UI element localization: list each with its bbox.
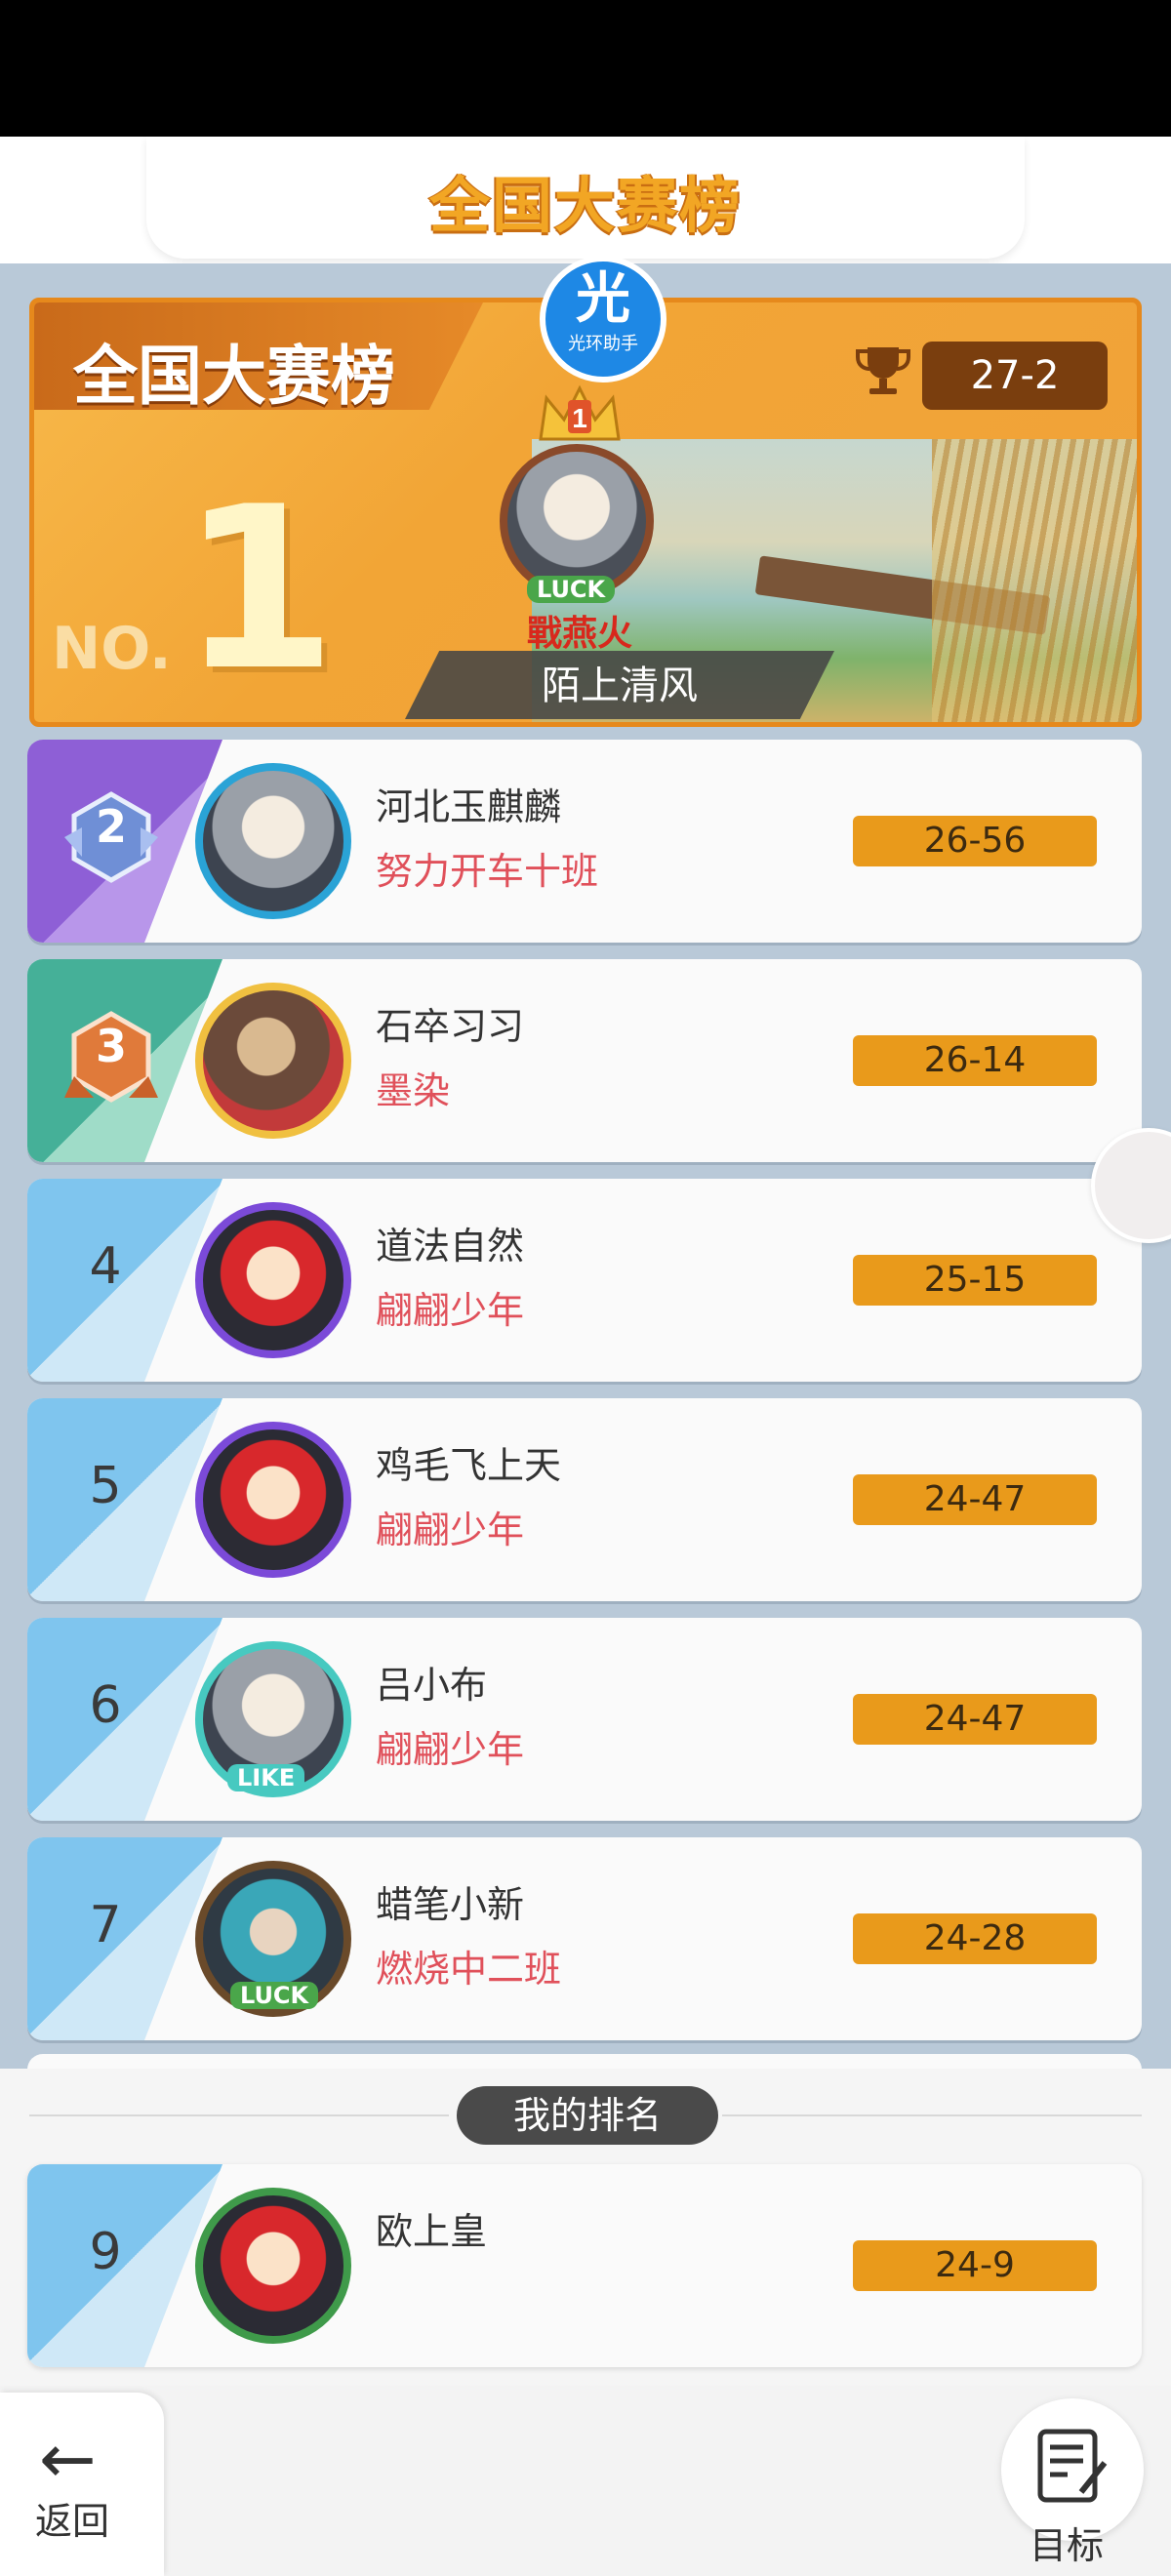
player-group: 努力开车十班 xyxy=(376,850,599,893)
player-score: 26-14 xyxy=(853,1035,1097,1086)
rank-row-2[interactable]: 2 河北玉麒麟 努力开车十班 26-56 xyxy=(27,740,1142,943)
rank-number: 4 xyxy=(89,1237,122,1296)
champion-tag: 戰燕火 xyxy=(527,614,633,654)
avatar[interactable] xyxy=(195,1422,351,1578)
champion-score: 27-2 xyxy=(922,342,1108,410)
my-rank-row[interactable]: 9 欧上皇 24-9 xyxy=(27,2164,1142,2367)
luck-frame-label: LUCK xyxy=(527,576,616,603)
luck-frame-label: LUCK xyxy=(230,1982,319,2009)
guanghuan-badge-icon: 光 光环助手 xyxy=(540,256,666,382)
avatar[interactable] xyxy=(195,1202,351,1358)
player-name: 欧上皇 xyxy=(376,2210,488,2253)
player-name: 蜡笔小新 xyxy=(376,1883,525,1926)
avatar[interactable] xyxy=(195,763,351,919)
divider xyxy=(722,2114,1142,2116)
player-group: 翩翩少年 xyxy=(376,1289,525,1332)
player-group: 翩翩少年 xyxy=(376,1509,525,1551)
rank-row-3[interactable]: 3 石卒习习 墨染 26-14 xyxy=(27,959,1142,1162)
goal-label: 目标 xyxy=(1030,2524,1105,2567)
clipboard-icon xyxy=(1037,2429,1108,2503)
rank-row-5[interactable]: 5 鸡毛飞上天 翩翩少年 24-47 xyxy=(27,1398,1142,1601)
rank-no-label: NO. xyxy=(52,615,172,683)
player-score: 24-47 xyxy=(853,1694,1097,1745)
rank-row-4[interactable]: 4 道法自然 翩翩少年 25-15 xyxy=(27,1179,1142,1382)
rank-number: 6 xyxy=(89,1676,122,1735)
rank-number: 2 xyxy=(95,800,127,853)
player-name: 河北玉麒麟 xyxy=(376,785,562,828)
back-arrow-icon: ← xyxy=(39,2419,97,2499)
avatar[interactable] xyxy=(195,983,351,1139)
player-name: 鸡毛飞上天 xyxy=(376,1444,562,1487)
player-score: 25-15 xyxy=(853,1255,1097,1306)
player-group: 燃烧中二班 xyxy=(376,1948,562,1991)
back-label: 返回 xyxy=(35,2500,110,2543)
divider xyxy=(29,2114,449,2116)
rank-number: 9 xyxy=(89,2223,122,2281)
status-bar xyxy=(0,0,1171,137)
rank-number: 7 xyxy=(89,1896,122,1954)
rank-row-6[interactable]: 6 LIKE 吕小布 翩翩少年 24-47 xyxy=(27,1618,1142,1821)
page-title: 全国大赛榜 xyxy=(428,170,742,241)
rank-no-digit: 1 xyxy=(181,460,338,720)
guanghuan-badge-text: 光 xyxy=(576,267,630,331)
player-score: 24-47 xyxy=(853,1474,1097,1525)
crown-number: 1 xyxy=(572,403,587,433)
rank-row-7[interactable]: 7 LUCK 蜡笔小新 燃烧中二班 24-28 xyxy=(27,1837,1142,2040)
rank-number: 3 xyxy=(95,1020,127,1072)
player-group: 翩翩少年 xyxy=(376,1728,525,1771)
rank-number: 5 xyxy=(89,1457,122,1515)
player-group: 墨染 xyxy=(376,1069,451,1112)
player-name: 石卒习习 xyxy=(376,1005,525,1048)
scene-reeds xyxy=(932,439,1137,722)
avatar[interactable] xyxy=(195,2188,351,2344)
player-score: 24-9 xyxy=(853,2240,1097,2291)
player-score: 24-28 xyxy=(853,1913,1097,1964)
like-frame-label: LIKE xyxy=(227,1764,305,1791)
champion-name: 陌上清风 xyxy=(542,664,698,708)
bottom-bar xyxy=(0,2386,1171,2576)
player-score: 26-56 xyxy=(853,816,1097,866)
player-name: 道法自然 xyxy=(376,1225,525,1268)
my-rank-label: 我的排名 xyxy=(457,2086,718,2145)
guanghuan-badge-subtext: 光环助手 xyxy=(568,334,638,354)
crown-icon: 1 xyxy=(539,384,621,441)
banner-title: 全国大赛榜 xyxy=(73,339,395,414)
player-name: 吕小布 xyxy=(376,1664,488,1707)
trophy-icon xyxy=(856,347,910,394)
